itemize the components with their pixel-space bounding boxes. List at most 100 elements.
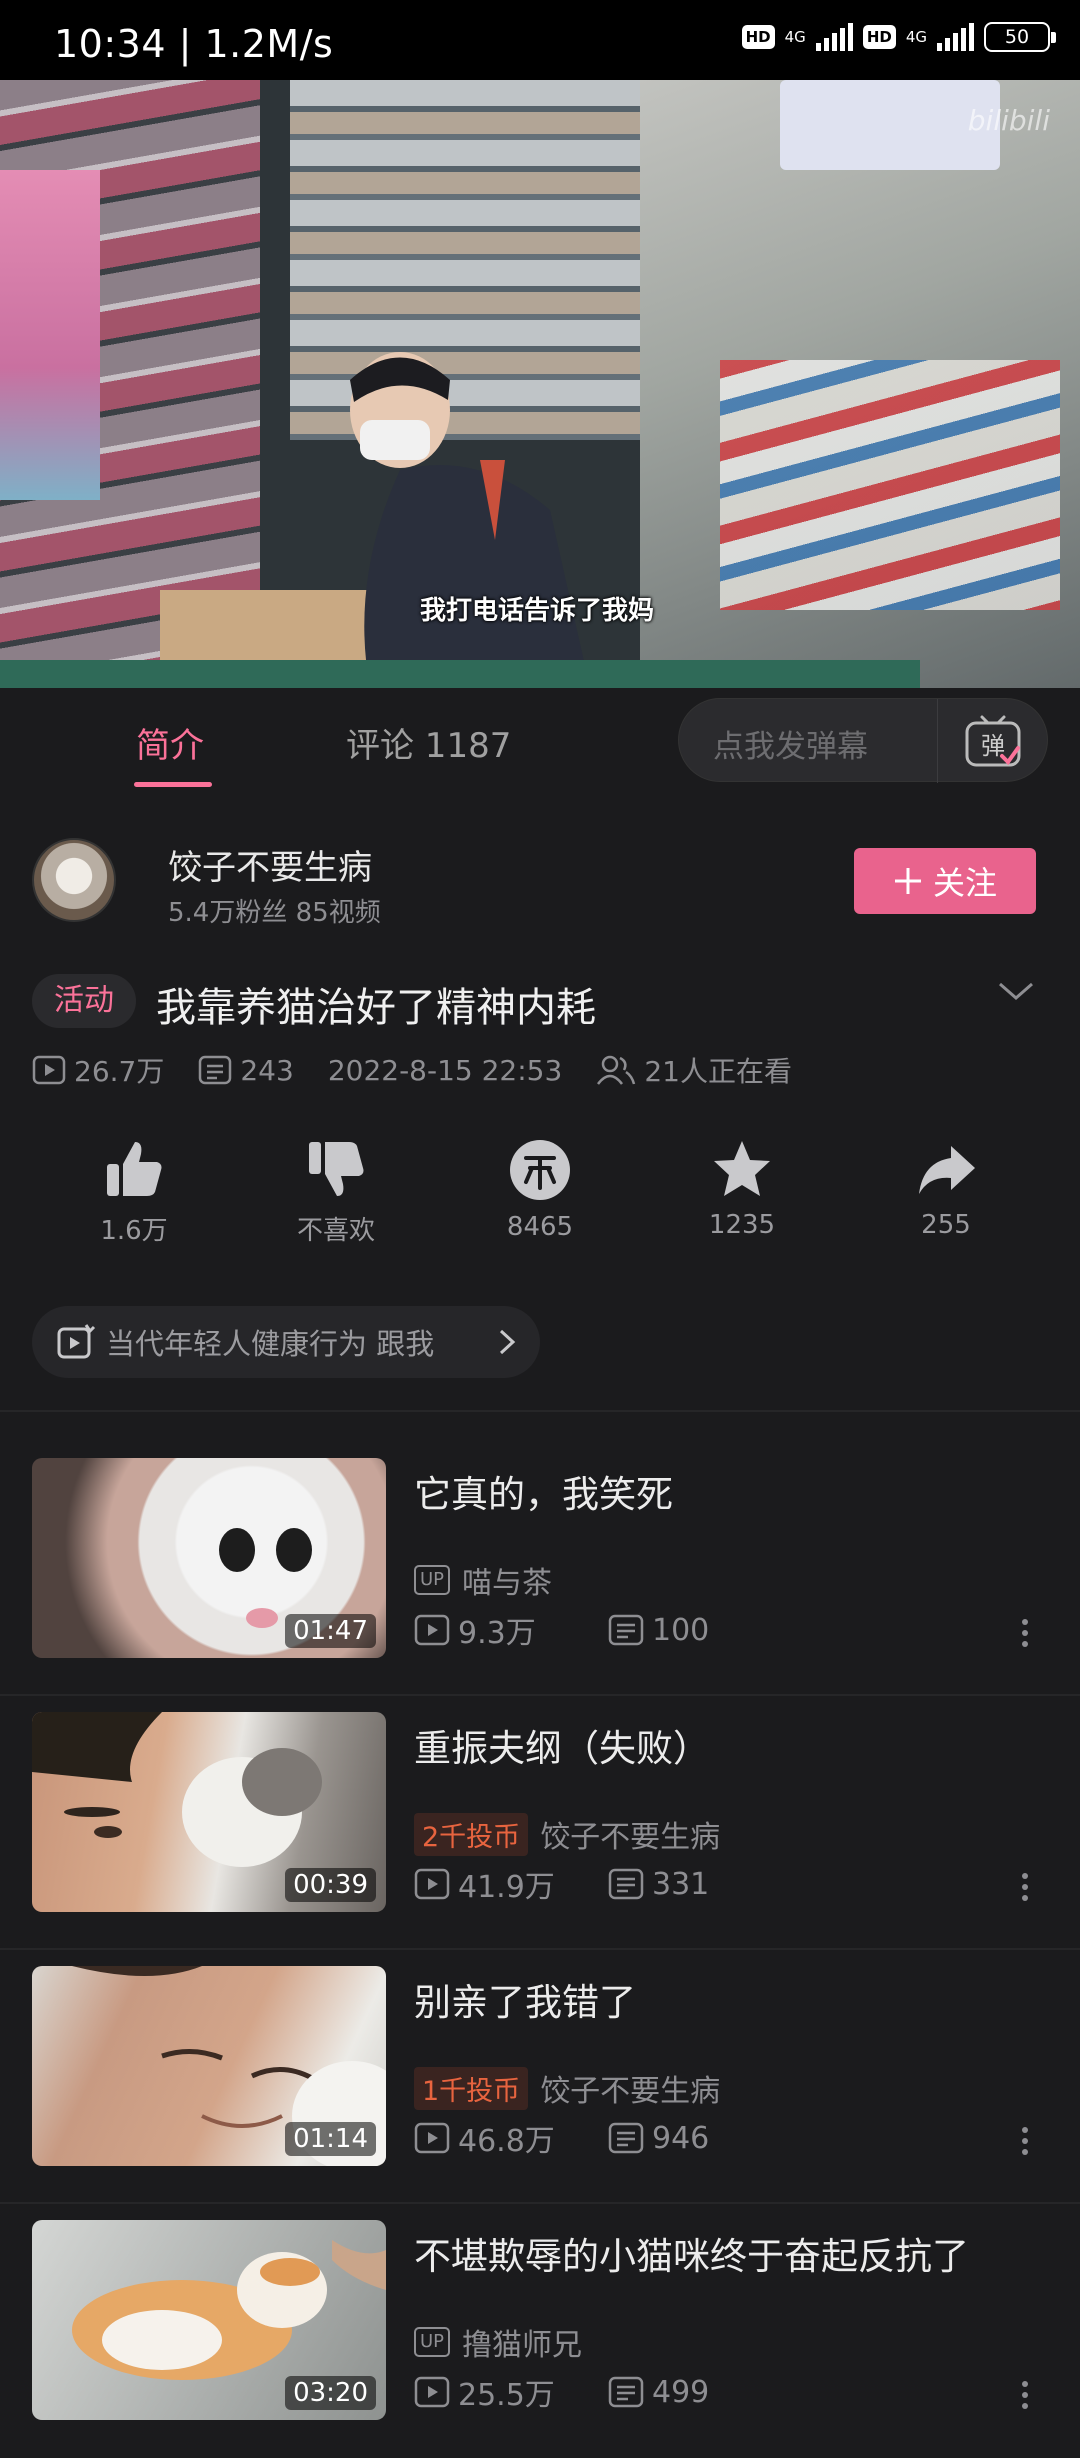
danmaku-count-icon bbox=[608, 1614, 644, 1646]
tab-intro[interactable]: 简介 bbox=[136, 718, 204, 767]
hd-icon: HD bbox=[862, 25, 896, 49]
related-topic-chip[interactable]: 当代年轻人健康行为 跟我 bbox=[32, 1306, 540, 1378]
view-count: 25.5万 bbox=[458, 2378, 555, 2413]
related-video-title: 不堪欺辱的小猫咪终于奋起反抗了 bbox=[414, 2235, 969, 2278]
network-label: 4G bbox=[905, 28, 927, 46]
network-label: 4G bbox=[784, 28, 806, 46]
author-name: 饺子不要生病 bbox=[540, 2074, 721, 2109]
uploader-stats: 5.4万粉丝 85视频 bbox=[168, 898, 381, 928]
list-item[interactable]: 01:14 别亲了我错了 1千投币 饺子不要生病 46.8万 946 bbox=[0, 1950, 1080, 2204]
video-scene-person bbox=[350, 352, 590, 688]
network-type: 4G bbox=[906, 29, 927, 45]
up-badge: UP bbox=[414, 1565, 451, 1595]
activity-tag[interactable]: 活动 bbox=[32, 974, 136, 1028]
related-video-author: UP 喵与茶 bbox=[414, 1558, 552, 1602]
signal-icon bbox=[937, 23, 974, 51]
related-video-author: UP 撸猫师兄 bbox=[414, 2320, 582, 2364]
danmaku-count: 243 bbox=[240, 1053, 294, 1087]
video-scene-counter bbox=[0, 660, 920, 688]
watching-count: 21人正在看 bbox=[644, 1055, 792, 1088]
danmaku-count-icon bbox=[608, 2376, 644, 2408]
coin-button[interactable]: 8465 bbox=[460, 1138, 620, 1242]
thumbs-up-icon bbox=[107, 1142, 162, 1196]
list-item[interactable]: 03:20 不堪欺辱的小猫咪终于奋起反抗了 UP 撸猫师兄 25.5万 499 bbox=[0, 2204, 1080, 2458]
viewers-icon bbox=[597, 1055, 636, 1085]
video-title: 我靠养猫治好了精神内耗 bbox=[156, 985, 596, 1031]
video-duration: 01:14 bbox=[285, 2122, 376, 2156]
chevron-down-icon[interactable] bbox=[996, 976, 1036, 1006]
dislike-label: 不喜欢 bbox=[296, 1216, 375, 1246]
danmaku-count: 499 bbox=[652, 2374, 710, 2410]
video-scene-cigarette-shelf bbox=[720, 360, 1060, 610]
video-scene-toys bbox=[0, 170, 100, 500]
danmaku-icon: 弹 bbox=[965, 715, 1020, 767]
view-count: 46.8万 bbox=[458, 2124, 555, 2159]
author-name: 喵与茶 bbox=[462, 1566, 553, 1601]
tab-comments[interactable]: 评论 1187 bbox=[346, 718, 511, 767]
danmaku-count: 946 bbox=[652, 2120, 710, 2156]
video-duration: 01:47 bbox=[285, 1614, 376, 1648]
signal-icon bbox=[815, 23, 853, 51]
like-count: 1.6万 bbox=[100, 1216, 168, 1246]
author-name: 饺子不要生病 bbox=[540, 1820, 721, 1855]
more-options-icon[interactable] bbox=[1020, 2380, 1030, 2410]
more-options-icon[interactable] bbox=[1020, 1872, 1030, 1902]
section-divider bbox=[0, 1410, 1080, 1412]
battery-level: 50 bbox=[1004, 26, 1030, 48]
view-count: 26.7万 bbox=[74, 1055, 165, 1088]
like-button[interactable]: 1.6万 bbox=[54, 1138, 214, 1247]
battery-icon: 50 bbox=[984, 22, 1056, 52]
uploader-name[interactable]: 饺子不要生病 bbox=[168, 840, 372, 889]
status-time: 10:34 | 1.2M/s bbox=[54, 22, 334, 66]
play-count-icon bbox=[414, 1868, 450, 1900]
follow-button[interactable]: 关注 bbox=[854, 848, 1036, 914]
more-options-icon[interactable] bbox=[1020, 1618, 1030, 1648]
video-thumbnail[interactable]: 01:14 bbox=[32, 1966, 386, 2166]
video-duration: 03:20 bbox=[285, 2376, 376, 2410]
share-button[interactable]: 255 bbox=[866, 1138, 1026, 1240]
related-video-stats: 46.8万 946 bbox=[414, 2116, 709, 2160]
danmaku-input[interactable]: 点我发弹幕 弹 bbox=[678, 698, 1048, 783]
related-video-title: 重振夫纲（失败） bbox=[414, 1727, 710, 1770]
thumbs-down-icon bbox=[309, 1142, 364, 1196]
avatar[interactable] bbox=[32, 838, 116, 922]
status-bar: 10:34 | 1.2M/s HD 4G HD 4G 50 bbox=[0, 0, 1080, 80]
related-video-title: 它真的，我笑死 bbox=[414, 1473, 673, 1516]
play-count-icon bbox=[414, 2376, 450, 2408]
coin-badge: 1千投币 bbox=[414, 2066, 529, 2110]
star-icon bbox=[714, 1141, 770, 1196]
up-badge: UP bbox=[414, 2327, 451, 2357]
related-video-stats: 9.3万 100 bbox=[414, 1608, 709, 1652]
list-item[interactable]: 01:47 它真的，我笑死 UP 喵与茶 9.3万 100 bbox=[0, 1442, 1080, 1696]
danmaku-placeholder: 点我发弹幕 bbox=[713, 729, 868, 765]
video-thumbnail[interactable]: 01:47 bbox=[32, 1458, 386, 1658]
share-icon bbox=[919, 1146, 975, 1194]
video-thumbnail[interactable]: 03:20 bbox=[32, 2220, 386, 2420]
related-video-author: 1千投币 饺子不要生病 bbox=[414, 2066, 720, 2110]
favorite-count: 1235 bbox=[708, 1210, 776, 1240]
play-count-icon bbox=[32, 1055, 66, 1085]
danmaku-count-icon bbox=[608, 2122, 644, 2154]
plus-icon bbox=[894, 868, 921, 894]
status-icons: HD 4G HD 4G 50 bbox=[741, 22, 1056, 52]
related-video-author: 2千投币 饺子不要生病 bbox=[414, 1812, 720, 1856]
video-duration: 00:39 bbox=[285, 1868, 376, 1902]
network-type: 4G bbox=[785, 29, 806, 45]
related-video-title: 别亲了我错了 bbox=[414, 1981, 636, 2024]
video-thumbnail[interactable]: 00:39 bbox=[32, 1712, 386, 1912]
follow-label: 关注 bbox=[932, 864, 997, 902]
danmaku-toggle-button[interactable]: 弹 bbox=[937, 699, 1047, 783]
video-player[interactable]: 我打电话告诉了我妈 bilibili bbox=[0, 80, 1080, 688]
play-count-icon bbox=[414, 2122, 450, 2154]
more-options-icon[interactable] bbox=[1020, 2126, 1030, 2156]
danmaku-count-icon bbox=[608, 1868, 644, 1900]
chevron-right-icon bbox=[499, 1329, 516, 1355]
danmaku-count: 100 bbox=[652, 1612, 710, 1648]
danmaku-count-icon bbox=[199, 1055, 232, 1085]
related-topic-text: 当代年轻人健康行为 跟我 bbox=[106, 1327, 435, 1361]
watermark-logo: bilibili bbox=[967, 104, 1050, 137]
video-meta: 26.7万 243 2022-8-15 22:53 21人正在看 bbox=[32, 1050, 792, 1090]
list-item[interactable]: 00:39 重振夫纲（失败） 2千投币 饺子不要生病 41.9万 331 bbox=[0, 1696, 1080, 1950]
dislike-button[interactable]: 不喜欢 bbox=[256, 1138, 416, 1247]
favorite-button[interactable]: 1235 bbox=[662, 1138, 822, 1240]
